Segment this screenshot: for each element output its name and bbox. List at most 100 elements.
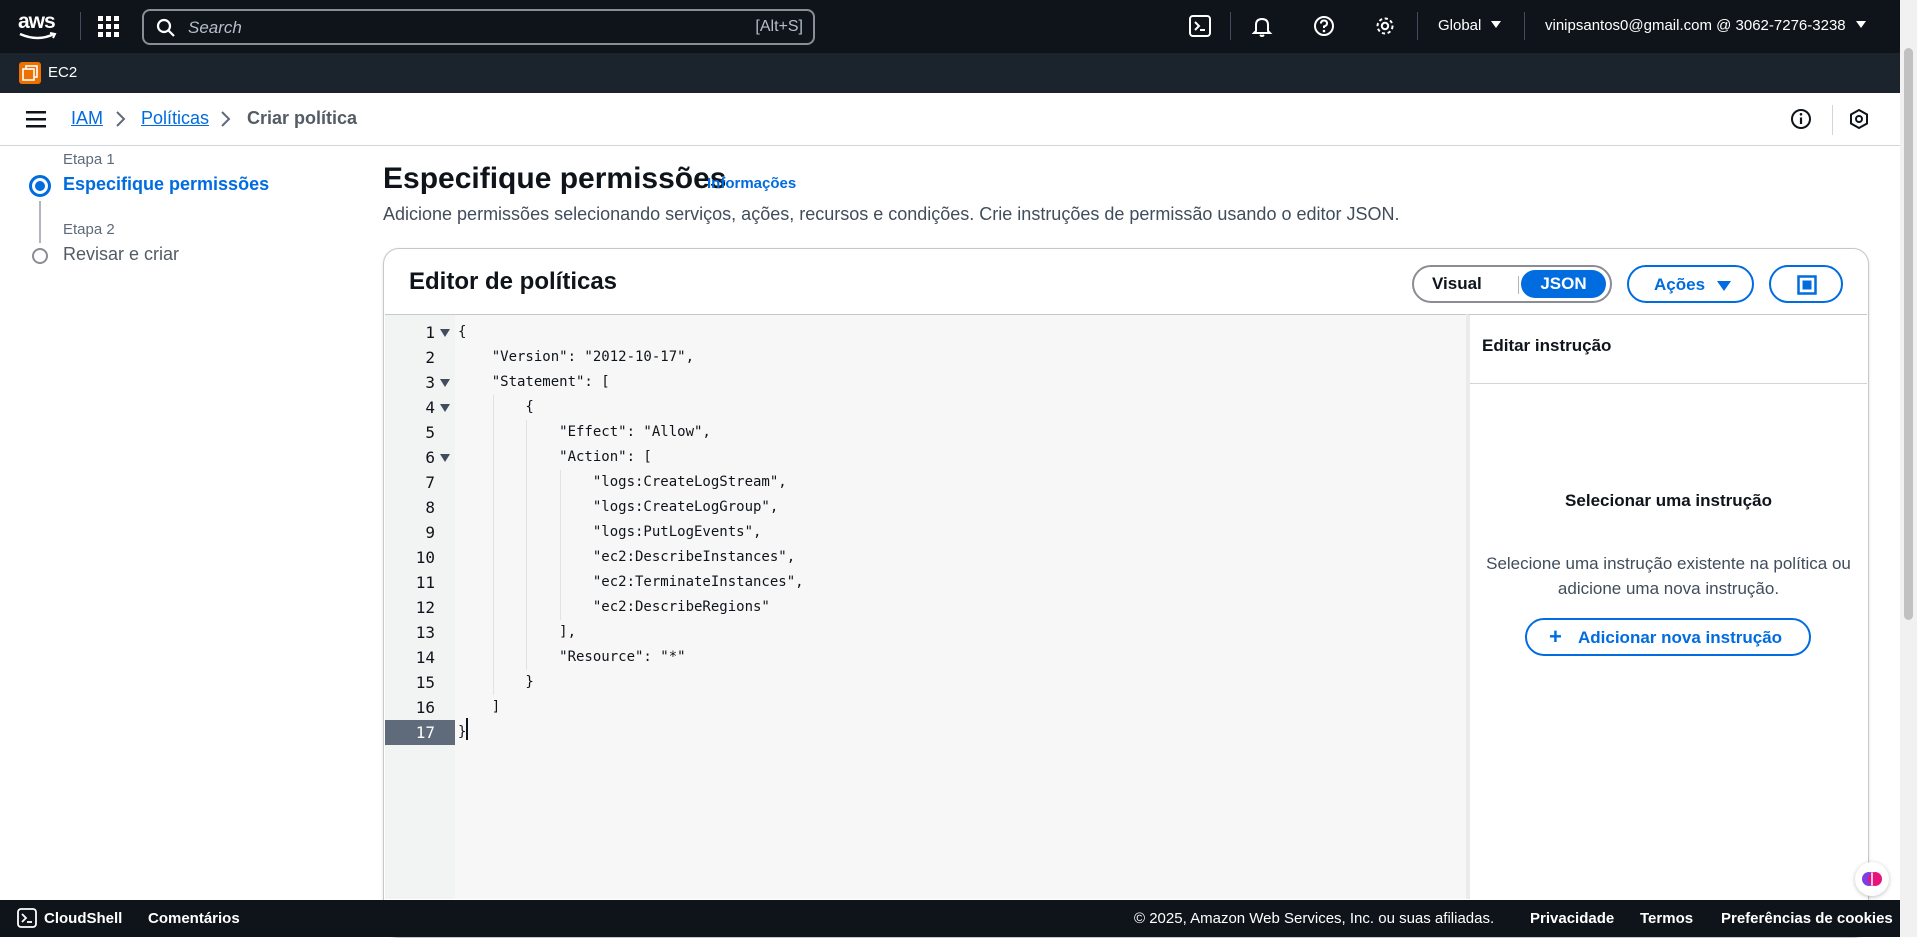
step-2-title: Revisar e criar xyxy=(63,244,180,264)
region-label: Global xyxy=(1438,17,1482,34)
code-line[interactable]: "ec2:DescribeInstances", xyxy=(458,545,795,570)
toolbar-divider xyxy=(1832,105,1833,135)
mode-json-button[interactable]: JSON xyxy=(1521,270,1606,298)
breadcrumb-current: Criar política xyxy=(247,108,358,128)
nav-divider xyxy=(80,12,81,40)
code-line[interactable]: "logs:CreateLogGroup", xyxy=(458,495,778,520)
line-number: 11 xyxy=(415,573,435,592)
add-statement-button[interactable]: + Adicionar nova instrução xyxy=(1525,618,1811,656)
search-placeholder: Search xyxy=(188,18,242,37)
ec2-service-icon[interactable] xyxy=(19,62,41,84)
line-number: 10 xyxy=(415,548,435,567)
info-icon[interactable] xyxy=(1790,108,1812,130)
plus-icon: + xyxy=(1549,624,1562,649)
code-line[interactable]: "Statement": [ xyxy=(458,370,610,395)
text-cursor xyxy=(466,718,468,740)
code-line[interactable]: } xyxy=(458,670,533,695)
search-shortcut: [Alt+S] xyxy=(755,18,803,35)
code-line[interactable]: "Resource": "*" xyxy=(458,645,685,670)
chevron-right-icon xyxy=(116,111,126,127)
page-description: Adicione permissões selecionando serviço… xyxy=(383,204,1400,224)
line-number: 16 xyxy=(415,698,435,717)
code-line[interactable]: "logs:CreateLogStream", xyxy=(458,470,787,495)
step-2-label: Etapa 2 xyxy=(63,221,115,238)
fold-toggle-icon[interactable] xyxy=(440,454,450,462)
code-line[interactable]: { xyxy=(458,395,533,420)
code-line[interactable]: { xyxy=(458,320,466,345)
step-connector xyxy=(39,201,41,243)
footer-cookies-link[interactable]: Preferências de cookies xyxy=(1721,910,1893,927)
editor-title: Editor de políticas xyxy=(409,268,618,295)
code-line[interactable]: "ec2:TerminateInstances", xyxy=(458,570,804,595)
aws-smile-icon xyxy=(19,32,57,40)
step-1-title[interactable]: Especifique permissões xyxy=(63,174,269,195)
footer-feedback-link[interactable]: Comentários xyxy=(148,910,240,927)
scrollbar-thumb[interactable] xyxy=(1904,48,1913,620)
line-number: 12 xyxy=(415,598,435,617)
menu-hamburger-icon[interactable] xyxy=(26,110,46,128)
region-selector[interactable]: Global xyxy=(1438,17,1502,34)
fold-toggle-icon[interactable] xyxy=(440,329,450,337)
line-number: 13 xyxy=(415,623,435,642)
edit-statement-panel xyxy=(1466,314,1867,899)
services-grid-icon[interactable] xyxy=(98,16,120,38)
line-number: 14 xyxy=(415,648,435,667)
caret-down-icon xyxy=(1717,281,1731,291)
code-line[interactable]: ], xyxy=(458,620,576,645)
breadcrumb-bar: IAM Políticas Criar política xyxy=(0,93,1900,146)
chevron-right-icon xyxy=(221,111,231,127)
top-navigation: aws Search [Alt+S] Global vinipsantos0@g… xyxy=(0,0,1900,53)
account-label: vinipsantos0@gmail.com @ 3062-7276-3238 xyxy=(1545,17,1846,34)
line-number: 7 xyxy=(425,473,435,492)
code-line[interactable]: "Version": "2012-10-17", xyxy=(458,345,694,370)
code-line[interactable]: "ec2:DescribeRegions" xyxy=(458,595,770,620)
breadcrumb-iam[interactable]: IAM xyxy=(71,108,103,129)
actions-label: Ações xyxy=(1654,275,1706,294)
fold-toggle-icon[interactable] xyxy=(440,404,450,412)
actions-dropdown-button[interactable]: Ações xyxy=(1627,265,1754,303)
step-2-indicator xyxy=(32,248,48,264)
cloudshell-icon[interactable] xyxy=(17,908,37,928)
search-input[interactable]: Search [Alt+S] xyxy=(142,9,815,45)
mode-visual-button[interactable]: Visual xyxy=(1432,274,1482,294)
step-1-label: Etapa 1 xyxy=(63,151,115,168)
breadcrumb-policies[interactable]: Políticas xyxy=(141,108,209,129)
code-line[interactable]: "Action": [ xyxy=(458,445,652,470)
line-number: 2 xyxy=(425,348,435,367)
service-shortcut-label[interactable]: EC2 xyxy=(48,64,77,81)
empty-state-heading: Selecionar uma instrução xyxy=(1565,491,1772,510)
fold-toggle-icon[interactable] xyxy=(440,379,450,387)
toggle-divider xyxy=(1518,276,1519,294)
page-title: Especifique permissões xyxy=(383,162,727,195)
editor-mode-toggle: Visual JSON xyxy=(1412,265,1612,303)
hexagon-settings-icon[interactable] xyxy=(1848,108,1870,130)
line-number: 15 xyxy=(415,673,435,692)
service-bar: EC2 xyxy=(0,53,1900,93)
footer-copyright: © 2025, Amazon Web Services, Inc. ou sua… xyxy=(1134,910,1495,927)
fullscreen-button[interactable] xyxy=(1769,265,1843,303)
line-number: 1 xyxy=(425,323,435,342)
account-menu[interactable]: vinipsantos0@gmail.com @ 3062-7276-3238 xyxy=(1545,17,1866,34)
chevron-down-icon xyxy=(1491,21,1502,28)
empty-state-description: Selecione uma instrução existente na pol… xyxy=(1486,554,1851,598)
help-icon[interactable] xyxy=(1313,15,1337,39)
settings-gear-icon[interactable] xyxy=(1374,15,1398,39)
aws-logo-text: aws xyxy=(18,10,56,33)
search-icon xyxy=(156,18,175,37)
chevron-down-icon xyxy=(1855,21,1866,28)
line-number: 8 xyxy=(425,498,435,517)
cloudshell-icon[interactable] xyxy=(1189,15,1213,39)
aws-logo[interactable]: aws xyxy=(18,10,60,42)
info-link[interactable]: Informações xyxy=(707,175,796,192)
code-line[interactable]: "logs:PutLogEvents", xyxy=(458,520,762,545)
ai-assistant-icon[interactable] xyxy=(1855,862,1889,896)
line-number: 17 xyxy=(385,720,455,745)
line-number: 6 xyxy=(425,448,435,467)
panel-divider xyxy=(1470,383,1867,384)
code-line[interactable]: "Effect": "Allow", xyxy=(458,420,711,445)
footer-privacy-link[interactable]: Privacidade xyxy=(1530,910,1614,927)
footer-cloudshell-link[interactable]: CloudShell xyxy=(44,910,122,927)
code-line[interactable]: ] xyxy=(458,695,500,720)
notifications-bell-icon[interactable] xyxy=(1251,15,1275,39)
footer-terms-link[interactable]: Termos xyxy=(1640,910,1693,927)
